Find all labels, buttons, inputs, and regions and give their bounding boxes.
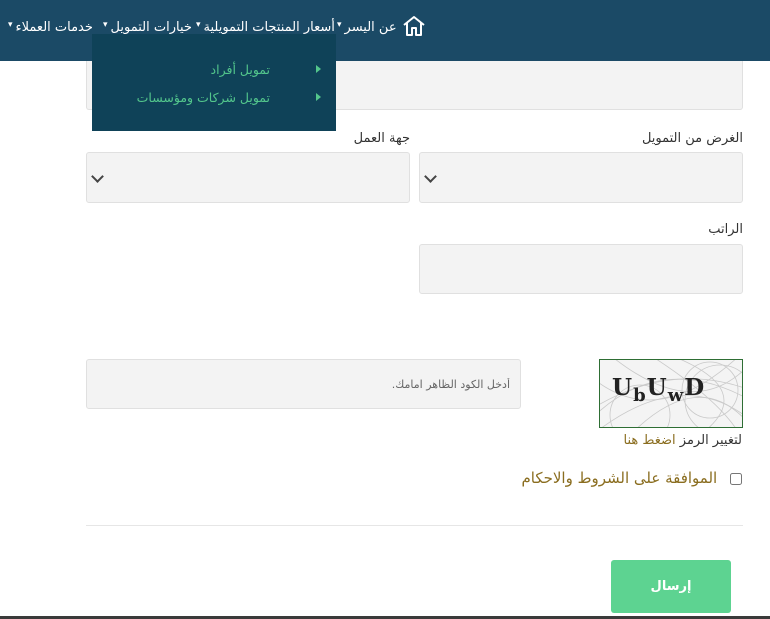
terms-row: الموافقة على الشروط والاحكام: [521, 469, 742, 487]
captcha-refresh: لتغيير الرمز اضغط هنا: [624, 433, 742, 448]
nav-financing-options-label: خيارات التمويل: [110, 20, 192, 35]
nav-about-label: عن اليسر: [344, 20, 397, 35]
dropdown-item-corporate-financing[interactable]: تمويل شركات ومؤسسات: [137, 90, 270, 105]
chevron-down-icon: [424, 169, 437, 183]
terms-label: الموافقة على الشروط والاحكام: [521, 469, 718, 487]
financing-options-dropdown: تمويل أفراد تمويل شركات ومؤسسات: [92, 34, 336, 131]
nav-financing-options[interactable]: خيارات التمويل▾: [103, 20, 192, 35]
dropdown-item-individual-financing[interactable]: تمويل أفراد: [211, 62, 270, 77]
form-divider: [86, 525, 743, 526]
nav-customer-services[interactable]: خدمات العملاء▾: [8, 20, 93, 35]
employer-label: جهة العمل: [353, 131, 410, 146]
purpose-label: الغرض من التمويل: [641, 131, 743, 146]
home-icon[interactable]: [401, 14, 427, 38]
salary-input[interactable]: [419, 244, 743, 294]
captcha-input[interactable]: [86, 359, 521, 409]
nav-product-prices[interactable]: أسعار المنتجات التمويلية▾: [196, 20, 335, 35]
captcha-refresh-link[interactable]: اضغط هنا: [624, 433, 676, 448]
submit-button[interactable]: إرسال: [611, 560, 731, 613]
caret-down-icon: ▾: [196, 20, 201, 30]
captcha-image: UbUwD: [599, 359, 743, 428]
caret-right-icon: [316, 65, 321, 73]
caret-right-icon: [316, 93, 321, 101]
caret-down-icon: ▾: [103, 20, 108, 30]
captcha-text: UbUwD: [612, 374, 706, 406]
nav-customer-services-label: خدمات العملاء: [15, 20, 93, 35]
captcha-refresh-text: لتغيير الرمز: [679, 433, 742, 448]
caret-down-icon: ▾: [8, 20, 13, 30]
employer-select[interactable]: [86, 152, 410, 203]
terms-checkbox[interactable]: [730, 472, 742, 485]
nav-product-prices-label: أسعار المنتجات التمويلية: [203, 20, 335, 35]
salary-label: الراتب: [708, 222, 743, 237]
nav-about[interactable]: عن اليسر▾: [337, 20, 397, 35]
chevron-down-icon: [91, 169, 104, 183]
purpose-select[interactable]: [419, 152, 743, 203]
caret-down-icon: ▾: [337, 20, 342, 30]
